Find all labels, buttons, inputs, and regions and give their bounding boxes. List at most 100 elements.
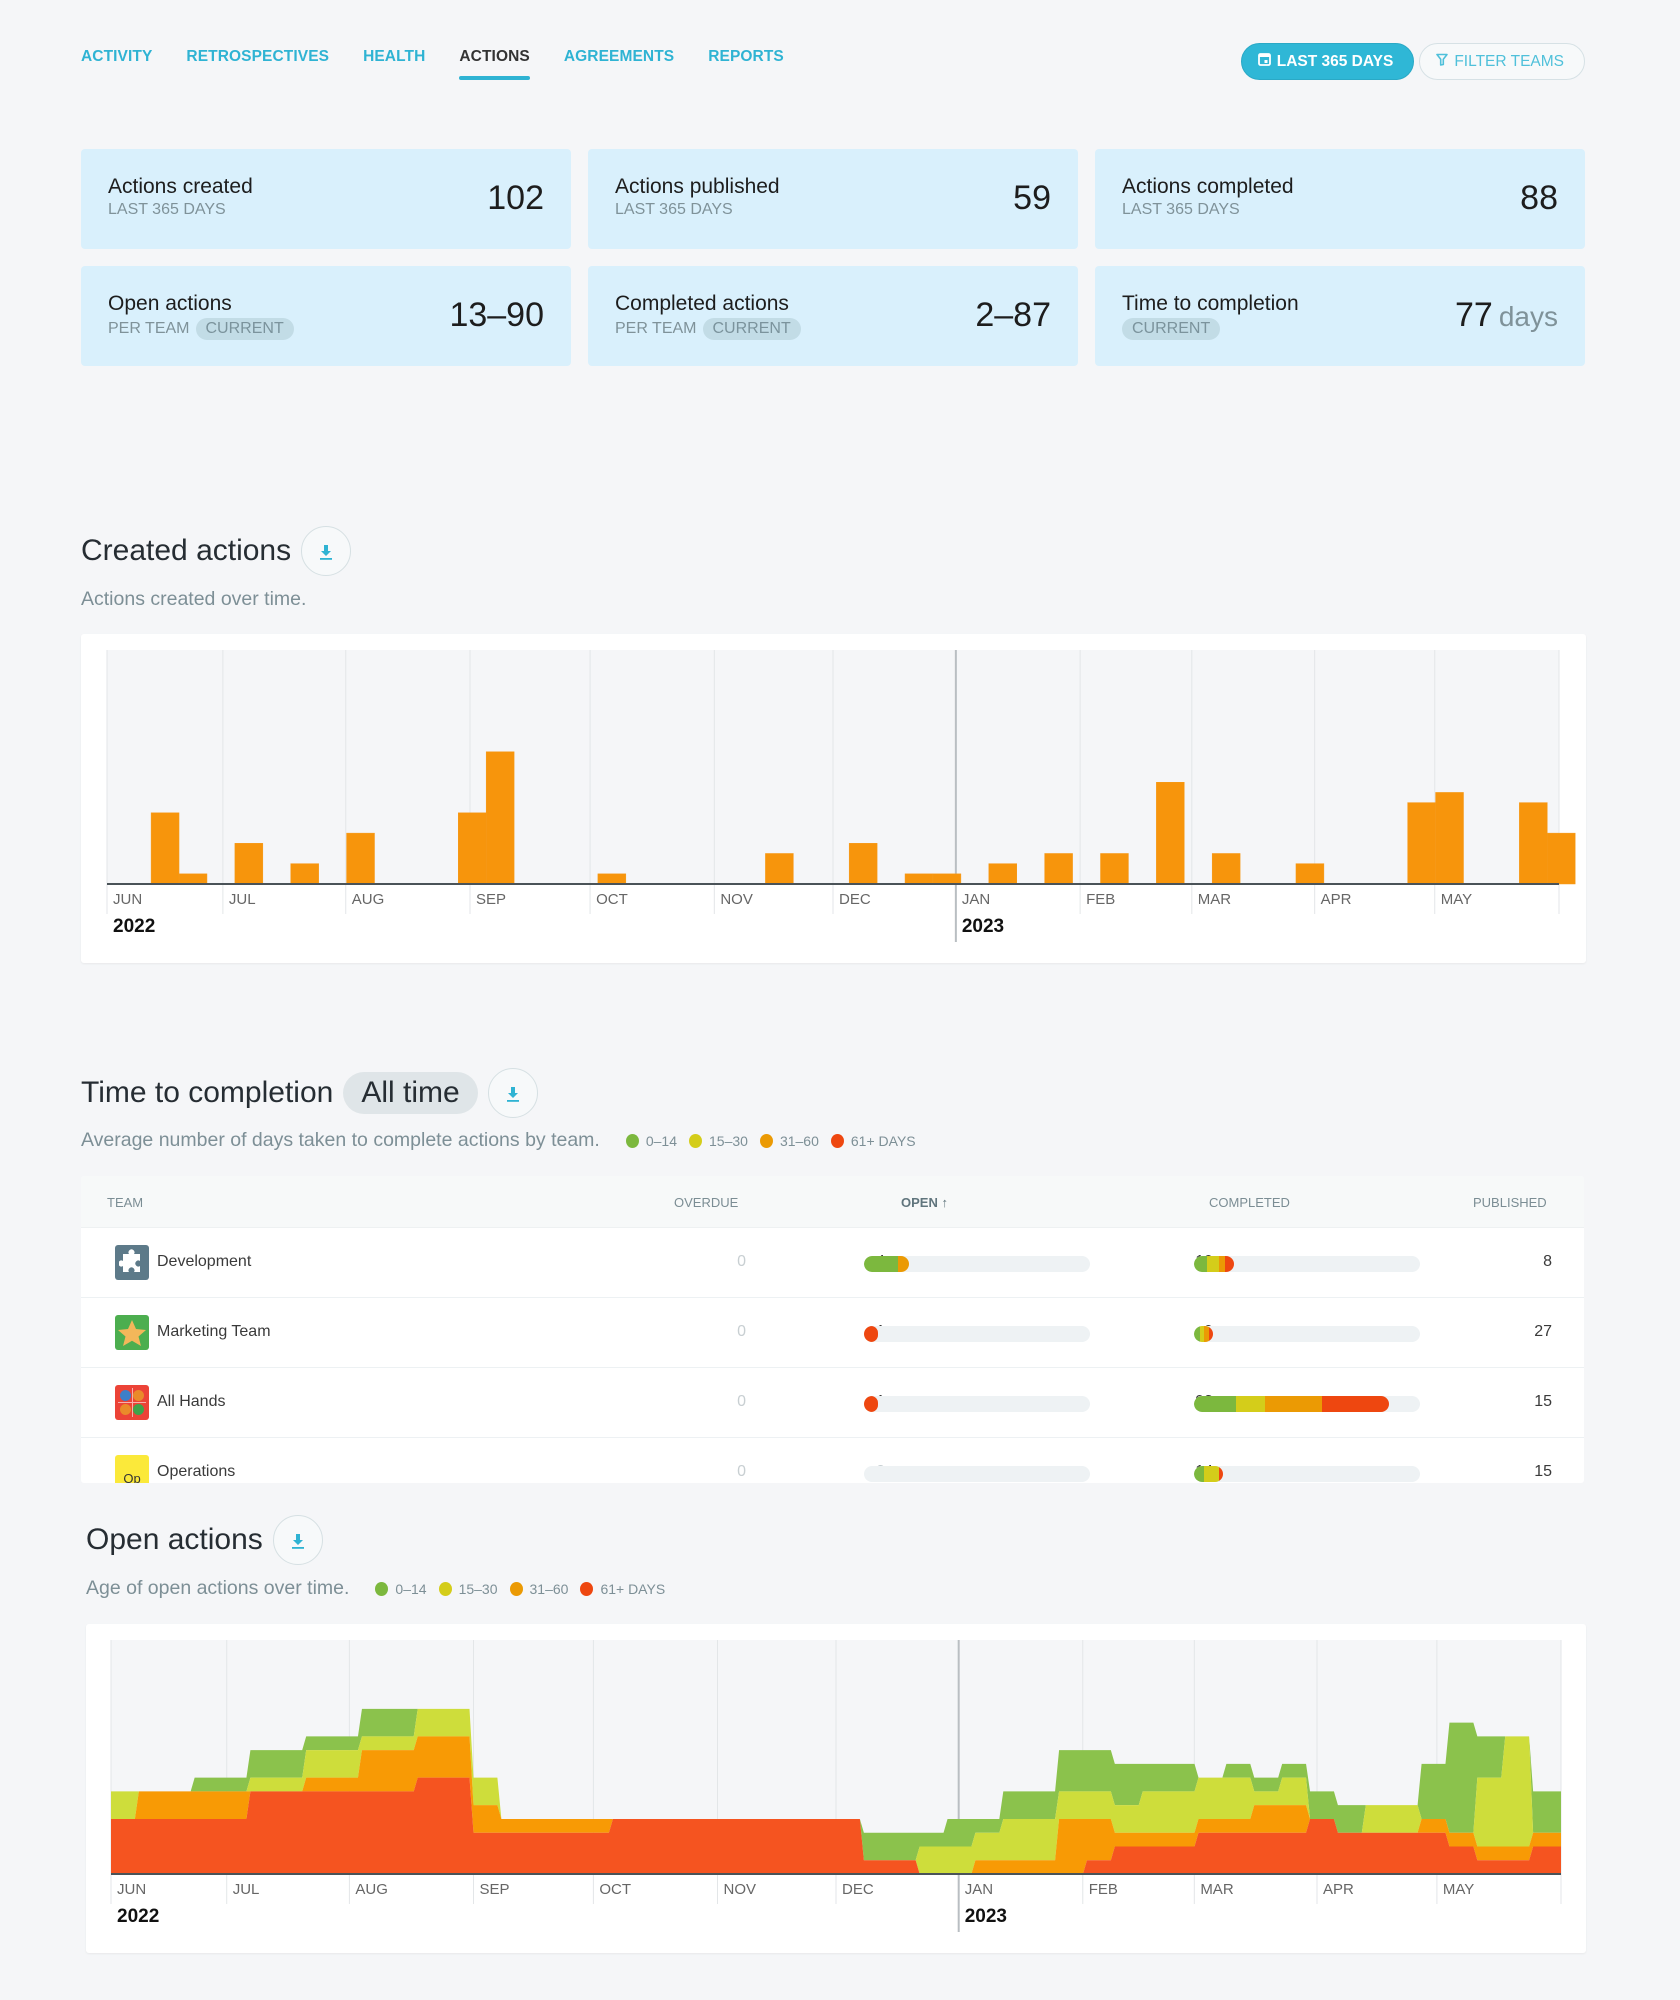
bar [346,832,375,885]
table-row[interactable]: OpOperations001415 [81,1438,1584,1483]
legend-label: 0–14 [395,1580,427,1597]
column-team[interactable]: TEAM [107,1195,143,1210]
legend-label: 61+ DAYS [600,1580,666,1597]
table-row[interactable]: Development04198 [81,1228,1584,1298]
x-tick-label: AUG [352,891,385,908]
tab-reports[interactable]: REPORTS [708,48,784,80]
legend-label: 15–30 [458,1580,498,1597]
bar-segment [1194,1396,1236,1412]
download-created-button[interactable] [301,526,352,576]
open-age-bar-fill [864,1256,910,1272]
green-dot-icon [625,1133,639,1148]
table-row[interactable]: Marketing Team01927 [81,1298,1584,1368]
bar [1519,802,1548,885]
date-range-label: LAST 365 DAYS [1276,52,1394,70]
filter-teams-label: FILTER TEAMS [1454,52,1564,70]
period-badge[interactable]: All time [343,1072,478,1114]
team-name[interactable]: Operations [157,1463,235,1481]
download-completion-button[interactable] [487,1068,538,1118]
summary-cards: Actions created LAST 365 DAYS 102 Action… [81,149,1586,366]
created-actions-description: Actions created over time. [81,588,307,610]
bar [988,863,1017,885]
open-actions-chart-card: JUN JUL AUG SEP OCT NOV DEC JAN FEB MAR APR MAY 2022… [86,1624,1586,1953]
open-age-bar [864,1256,1090,1272]
red-dot-icon [830,1133,844,1148]
tab-activity[interactable]: ACTIVITY [81,48,152,80]
team-name[interactable]: Marketing Team [157,1323,271,1341]
column-overdue[interactable]: OVERDUE [674,1195,738,1210]
legend-label: 31–60 [779,1132,819,1149]
column-published[interactable]: PUBLISHED [1473,1195,1547,1210]
bar-segment [1235,1396,1266,1412]
x-tick-label: APR [1323,1881,1354,1898]
bar [150,812,180,885]
team-star-icon [115,1315,149,1350]
column-open[interactable]: OPEN ↑ [901,1195,948,1210]
created-actions-header: Created actions [81,526,352,576]
open-age-bar [864,1326,1090,1342]
year-label: 2022 [117,1906,159,1927]
table-header: TEAM OVERDUE OPEN ↑ COMPLETED PUBLISHED [81,1176,1584,1228]
x-tick-label: DEC [839,891,871,908]
overdue-count: 0 [737,1393,746,1410]
bar-segment [1265,1396,1322,1412]
table-row[interactable]: All Hands019315 [81,1368,1584,1438]
card-value: 2–87 [975,296,1051,334]
card-open-actions: Open actions PER TEAM CURRENT 13–90 [81,266,571,366]
bar-segment [864,1396,878,1412]
tab-actions[interactable]: ACTIONS [459,48,531,80]
team-puzzle-icon [115,1245,149,1280]
date-range-button[interactable]: LAST 365 DAYS [1240,43,1415,80]
green-dot-icon [375,1581,389,1596]
bar-segment [1194,1466,1205,1482]
download-icon [319,534,333,568]
current-badge: CURRENT [702,318,801,340]
team-faces-grid-icon [115,1385,149,1420]
column-completed[interactable]: COMPLETED [1209,1195,1290,1210]
legend-item-31-60: 31–60 [509,1581,568,1597]
bar [458,812,487,885]
overdue-count: 0 [737,1463,746,1480]
x-tick-label: NOV [720,891,753,908]
filter-icon [1436,53,1449,71]
legend-item-0-14: 0–14 [625,1133,677,1149]
overdue-count: 0 [737,1253,746,1270]
card-time-to-completion: Time to completion CURRENT 77 days [1095,266,1585,366]
time-to-completion-description-row: Average number of days taken to complete… [81,1129,928,1152]
download-open-button[interactable] [272,1515,323,1565]
year-label: 2023 [962,916,1004,937]
card-value: 88 [1520,179,1558,217]
legend-item-61-plus: 61+ DAYS [580,1581,665,1597]
team-name[interactable]: Development [157,1253,251,1271]
download-icon [506,1076,520,1110]
bar-segment [1321,1396,1389,1412]
published-count: 15 [1534,1393,1552,1410]
open-age-bar [864,1396,1090,1412]
yellow-dot-icon [689,1133,703,1148]
x-tick-label: SEP [476,891,506,908]
tab-retrospectives[interactable]: RETROSPECTIVES [186,48,329,80]
filter-teams-button[interactable]: FILTER TEAMS [1419,43,1585,80]
card-actions-created: Actions created LAST 365 DAYS 102 [81,149,571,249]
x-tick-label: FEB [1086,891,1115,908]
table-body: Development04198Marketing Team01927All H… [81,1228,1584,1483]
published-count: 8 [1543,1253,1552,1270]
bar-segment [1219,1466,1224,1482]
age-legend: 0–14 15–30 31–60 61+ DAYS [375,1581,677,1597]
bar [1407,802,1436,885]
tab-health[interactable]: HEALTH [363,48,425,80]
bar [178,873,208,885]
bar [290,863,319,885]
x-tick-label: JUN [113,891,142,908]
x-tick-label: MAR [1198,891,1232,908]
created-actions-chart: JUN JUL AUG SEP OCT NOV DEC JAN FEB MAR APR MAY 2022… [106,650,1576,942]
created-actions-title: Created actions [81,534,292,567]
bar [234,843,264,885]
team-name[interactable]: All Hands [157,1393,225,1411]
tab-agreements[interactable]: AGREEMENTS [564,48,674,80]
orange-dot-icon [759,1133,773,1148]
card-subtitle: LAST 365 DAYS [108,201,226,218]
published-count: 15 [1534,1463,1552,1480]
year-label: 2023 [965,1906,1007,1927]
x-tick-label: JAN [965,1881,993,1898]
